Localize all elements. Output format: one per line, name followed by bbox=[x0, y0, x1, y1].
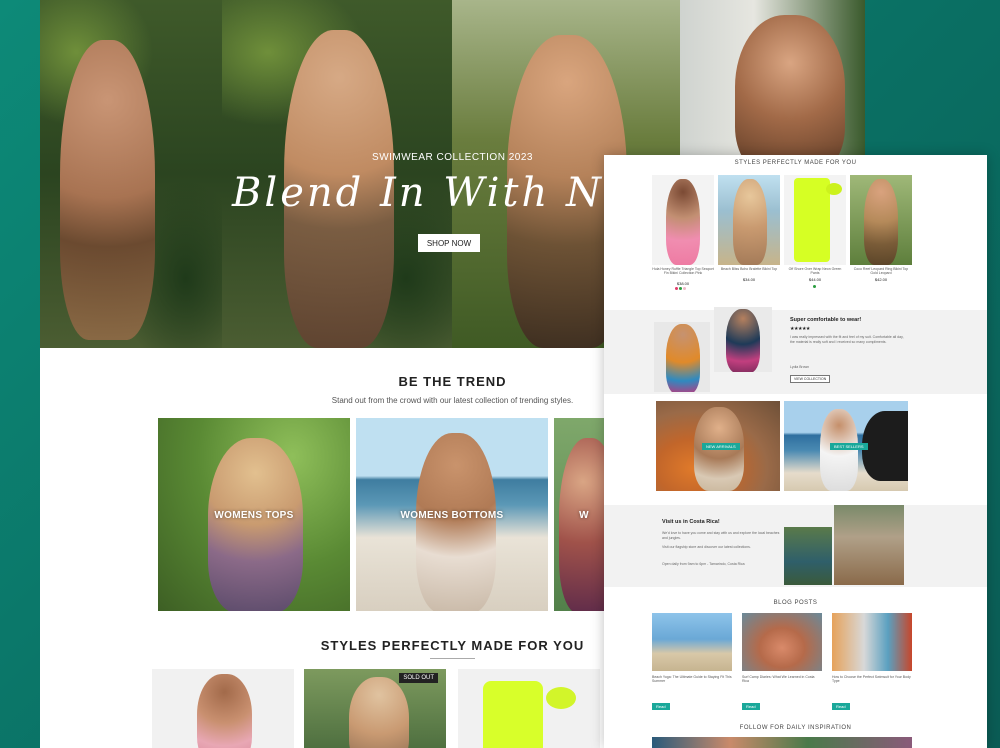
view-collection-button[interactable]: VIEW COLLECTION bbox=[790, 375, 831, 383]
blog-1-button[interactable]: Read bbox=[652, 703, 670, 710]
blog-title: BLOG POSTS bbox=[773, 600, 818, 606]
blog-2-button[interactable]: Read bbox=[742, 703, 760, 710]
visit-text-1: We'd love to have you come and stay with… bbox=[662, 531, 780, 540]
right-product-2[interactable] bbox=[718, 175, 780, 265]
blog-3-button[interactable]: Read bbox=[832, 703, 850, 710]
surfboard-image bbox=[862, 411, 908, 481]
blog-image-3[interactable] bbox=[832, 613, 912, 671]
right-product-4[interactable] bbox=[850, 175, 912, 265]
visit-image-1 bbox=[784, 527, 832, 585]
sold-out-badge: SOLD OUT bbox=[399, 673, 438, 683]
right-product-3-name[interactable]: Off Shore Over Wrap Neon Green Pants bbox=[784, 267, 846, 275]
best-sellers-tag: BEST SELLERS bbox=[830, 443, 868, 450]
right-neon-pants bbox=[794, 178, 830, 262]
title-underline bbox=[430, 658, 475, 659]
review-image-2 bbox=[714, 307, 772, 372]
shop-now-button[interactable]: SHOP NOW bbox=[418, 234, 480, 252]
tile-label-womens-tops: WOMENS TOPS bbox=[214, 510, 294, 521]
neon-top-image bbox=[546, 687, 576, 709]
product-card-2[interactable]: SOLD OUT bbox=[304, 669, 446, 748]
blog-2-title[interactable]: Surf Camp Diaries: What We Learned in Co… bbox=[742, 675, 822, 683]
product-card-3[interactable] bbox=[458, 669, 600, 748]
visit-image-2 bbox=[834, 505, 904, 585]
visit-text-3: Open daily from 9am to 6pm - Tamarindo, … bbox=[662, 562, 745, 566]
blog-image-2[interactable] bbox=[742, 613, 822, 671]
visit-text-2: Visit our flagship store and discover ou… bbox=[662, 545, 751, 549]
new-arrivals-tag: NEW ARRIVALS bbox=[702, 443, 740, 450]
color-swatch-green[interactable] bbox=[813, 285, 816, 288]
category-tile-womens-tops[interactable]: WOMENS TOPS bbox=[158, 418, 350, 611]
right-product-3[interactable] bbox=[784, 175, 846, 265]
color-swatches[interactable] bbox=[674, 287, 686, 290]
right-product-1[interactable] bbox=[652, 175, 714, 265]
neon-pants-image bbox=[483, 681, 543, 748]
right-product-2-name[interactable]: Beach Bliss Boho Bralette Bikini Top bbox=[718, 267, 780, 271]
review-author: Lydia Brown bbox=[790, 365, 810, 369]
right-product-2-price: $34.00 bbox=[742, 277, 756, 282]
right-product-1-price: $38.00 bbox=[676, 281, 690, 286]
hero-title: Blend In With Nat bbox=[232, 170, 650, 216]
right-product-4-price: $42.00 bbox=[874, 277, 888, 282]
instagram-strip[interactable] bbox=[652, 737, 912, 748]
right-product-1-name[interactable]: Hula Honey Ruffle Triangle Top Seaport F… bbox=[652, 267, 714, 275]
collection-tile-new-arrivals[interactable]: NEW ARRIVALS bbox=[656, 401, 780, 491]
right-styles-title: STYLES PERFECTLY MADE FOR YOU bbox=[734, 160, 857, 166]
blog-1-title[interactable]: Beach Yoga: The Ultimate Guide to Stayin… bbox=[652, 675, 732, 683]
product-card-1[interactable] bbox=[152, 669, 294, 748]
blog-image-1[interactable] bbox=[652, 613, 732, 671]
collection-tile-best-sellers[interactable]: BEST SELLERS bbox=[784, 401, 908, 491]
visit-title: Visit us in Costa Rica! bbox=[662, 519, 720, 525]
right-neon-top bbox=[826, 183, 842, 195]
right-product-3-price: $44.00 bbox=[808, 277, 822, 282]
review-title: Super comfortable to wear! bbox=[790, 317, 862, 323]
right-product-4-name[interactable]: Coco Reef Leopard Ring Bikini Top Gold L… bbox=[850, 267, 912, 275]
tile-label-womens-bottoms: WOMENS BOTTOMS bbox=[400, 510, 504, 521]
category-tile-womens-bottoms[interactable]: WOMENS BOTTOMS bbox=[356, 418, 548, 611]
review-image-1 bbox=[654, 322, 710, 392]
review-text: I was really impressed with the fit and … bbox=[790, 335, 904, 344]
review-stars: ★★★★★ bbox=[790, 326, 810, 332]
hero-image-1 bbox=[40, 0, 222, 348]
blog-3-title[interactable]: How to Choose the Perfect Swimsuit for Y… bbox=[832, 675, 912, 683]
follow-title: FOLLOW FOR DAILY INSPIRATION bbox=[739, 725, 852, 731]
secondary-page-mockup: STYLES PERFECTLY MADE FOR YOU Hula Honey… bbox=[604, 155, 987, 748]
